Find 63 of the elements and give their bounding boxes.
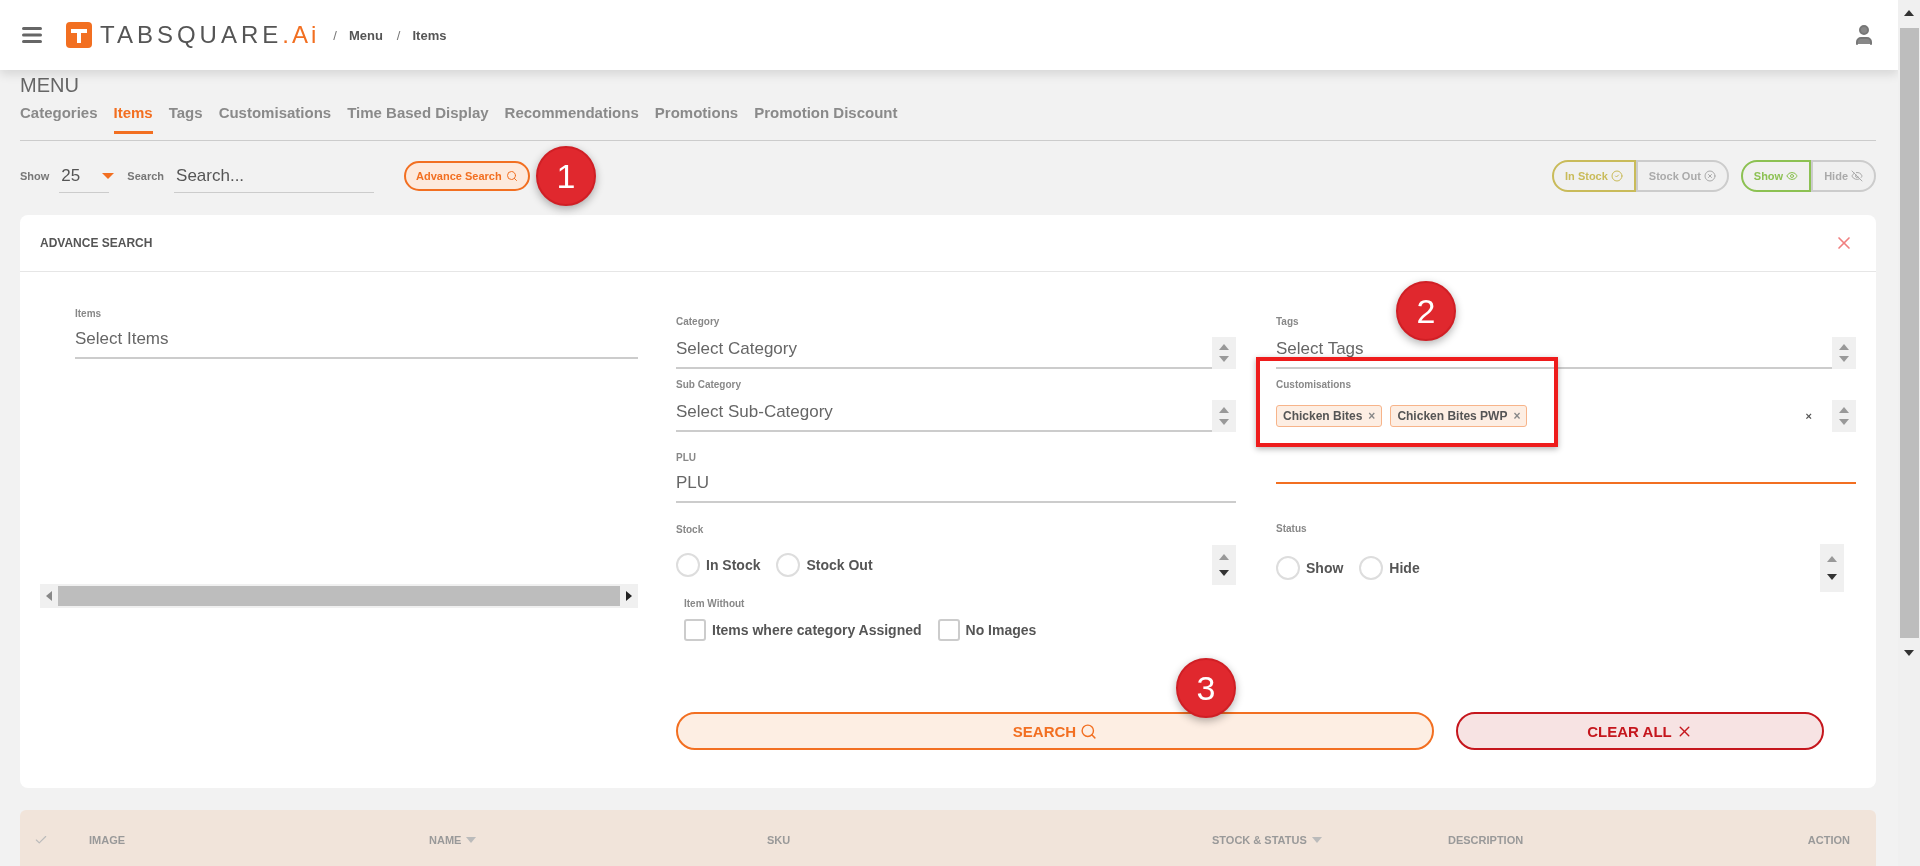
logo-text: TABSQUARE xyxy=(100,21,283,49)
breadcrumb-link[interactable]: Menu xyxy=(348,27,383,43)
show-label: Show xyxy=(20,170,50,182)
column-header: ACTION xyxy=(1806,834,1850,846)
clear-all-button[interactable]: CLEAR ALL xyxy=(1456,712,1824,750)
page-size-select[interactable]: 25 xyxy=(59,159,110,193)
breadcrumb-link[interactable]: Items xyxy=(412,27,447,43)
radio-option[interactable]: Stock Out xyxy=(776,553,873,577)
column-header: SKU xyxy=(767,834,792,846)
clear-icon[interactable]: × xyxy=(1805,410,1812,422)
select-field[interactable]: Select Category xyxy=(676,339,1212,369)
annotation-marker: 2 xyxy=(1396,281,1456,341)
logo-icon xyxy=(66,22,92,48)
radio-option[interactable]: Show xyxy=(1276,556,1344,580)
panel-title: ADVANCE SEARCH xyxy=(40,236,153,250)
field-label: Sub Category xyxy=(676,379,742,390)
tab[interactable]: Promotions xyxy=(654,104,739,134)
field-label: Item Without xyxy=(684,598,746,609)
radio-option[interactable]: Hide xyxy=(1359,556,1420,580)
check-circle-icon xyxy=(1610,170,1623,182)
eye-icon xyxy=(1786,170,1799,182)
eye-off-icon xyxy=(1851,170,1863,182)
spinner-button[interactable] xyxy=(1820,544,1844,592)
tab[interactable]: Customisations xyxy=(218,104,332,134)
column-header: IMAGE xyxy=(89,834,127,846)
field-label: Category xyxy=(676,316,721,327)
field-label: PLU xyxy=(676,452,697,463)
page-title: MENU xyxy=(20,74,79,96)
tag-chip[interactable]: Chicken Bites PWP × xyxy=(1390,405,1528,427)
menu-icon[interactable] xyxy=(22,27,42,43)
search-icon xyxy=(505,170,518,182)
caret-icon xyxy=(102,172,115,179)
close-circle-icon xyxy=(1703,170,1716,182)
horizontal-scrollbar[interactable] xyxy=(40,584,638,608)
radio-option[interactable]: In Stock xyxy=(676,553,761,577)
tag-chip[interactable]: Chicken Bites × xyxy=(1276,405,1383,427)
check-icon[interactable] xyxy=(34,833,48,847)
field-label: Customisations xyxy=(1276,379,1352,390)
search-field[interactable]: Search... xyxy=(174,159,375,193)
spinner-button[interactable] xyxy=(1212,545,1236,585)
tab[interactable]: Promotion Discount xyxy=(754,104,898,134)
select-field[interactable]: Select Sub-Category xyxy=(676,402,1212,432)
column-header: DESCRIPTION xyxy=(1448,834,1525,846)
select-field[interactable]: Select Items xyxy=(75,329,638,359)
logo-suffix: .Ai xyxy=(282,21,320,49)
field-label: Items xyxy=(75,308,103,319)
tab[interactable]: Tags xyxy=(168,104,203,134)
annotation-marker: 3 xyxy=(1176,658,1236,718)
breadcrumb-separator: / xyxy=(333,27,337,43)
field-label: Tags xyxy=(1276,316,1300,327)
checkbox-option[interactable]: No Images xyxy=(937,619,1037,641)
search-icon xyxy=(1080,722,1098,740)
field-label: Status xyxy=(1276,523,1308,534)
checkbox-option[interactable]: Items where category Assigned xyxy=(684,619,922,641)
text-field[interactable]: PLU xyxy=(676,473,1236,503)
tab[interactable]: Categories xyxy=(20,104,98,134)
annotation-marker: 1 xyxy=(536,146,597,206)
search-label: Search xyxy=(127,170,165,182)
field-label: Stock xyxy=(676,524,705,535)
tab[interactable]: Time Based Display xyxy=(347,104,489,134)
tab[interactable]: Recommendations xyxy=(504,104,639,134)
select-field[interactable]: Select Tags xyxy=(1276,339,1832,369)
breadcrumb-separator: / xyxy=(396,27,401,43)
